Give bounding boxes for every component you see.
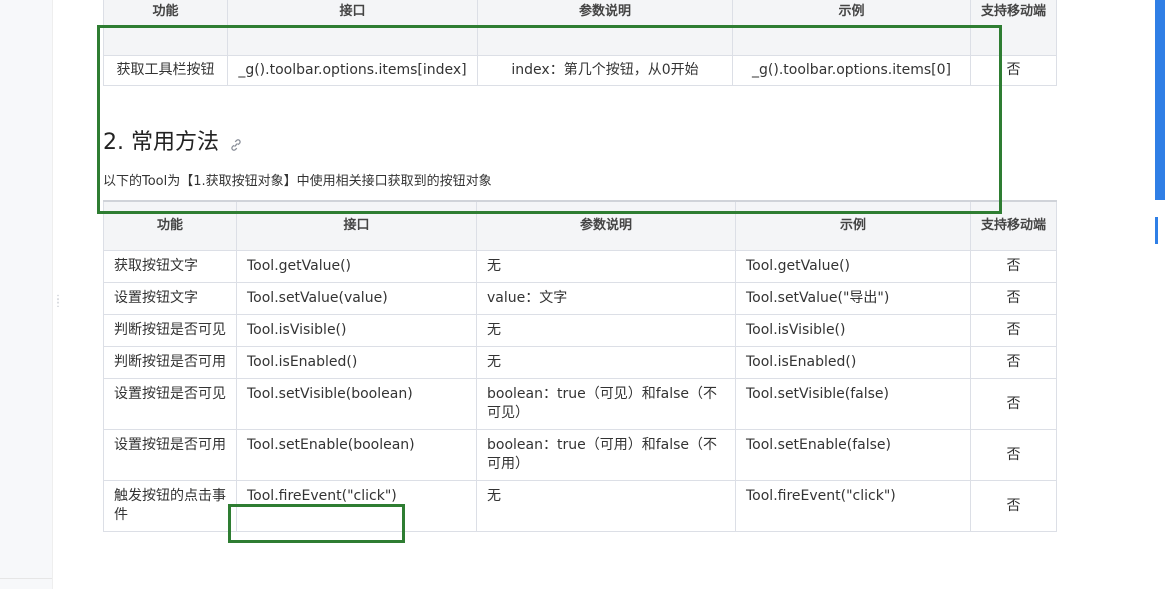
table-header-row: 功能 接口 参数说明 示例 支持移动端: [103, 0, 1057, 56]
cell-interface: Tool.isEnabled(): [236, 346, 477, 379]
header-function: 功能: [103, 200, 237, 251]
cell-example: Tool.isVisible(): [735, 314, 971, 347]
cell-interface: _g().toolbar.options.items[index]: [227, 55, 478, 86]
cell-interface: Tool.getValue(): [236, 250, 477, 283]
cell-params: 无: [476, 250, 736, 283]
table-row: 获取工具栏按钮 _g().toolbar.options.items[index…: [103, 55, 1057, 86]
cell-mobile: 否: [970, 429, 1057, 481]
cell-interface: Tool.fireEvent("click"): [236, 480, 477, 532]
left-sidebar: [0, 0, 53, 589]
cell-interface: Tool.isVisible(): [236, 314, 477, 347]
cell-function: 判断按钮是否可见: [103, 314, 237, 347]
cell-params: value：文字: [476, 282, 736, 315]
header-function: 功能: [103, 0, 228, 56]
cell-example: Tool.setValue("导出"): [735, 282, 971, 315]
drag-handle-icon[interactable]: ⋮ ⋮: [53, 295, 63, 314]
header-interface: 接口: [236, 200, 477, 251]
header-example: 示例: [732, 0, 971, 56]
cell-mobile: 否: [970, 55, 1057, 86]
cell-interface: Tool.setEnable(boolean): [236, 429, 477, 481]
header-params: 参数说明: [477, 0, 733, 56]
section-heading-text: 2. 常用方法: [103, 130, 219, 155]
table-header-row: 功能 接口 参数说明 示例 支持移动端: [103, 200, 1057, 251]
cell-interface: Tool.setValue(value): [236, 282, 477, 315]
cell-mobile: 否: [970, 314, 1057, 347]
header-mobile: 支持移动端: [970, 0, 1057, 56]
section-heading: 2. 常用方法: [103, 124, 243, 156]
cell-example: _g().toolbar.options.items[0]: [732, 55, 971, 86]
table-row: 判断按钮是否可用 Tool.isEnabled() 无 Tool.isEnabl…: [103, 346, 1057, 379]
header-example: 示例: [735, 200, 971, 251]
cell-example: Tool.setVisible(false): [735, 378, 971, 430]
cell-mobile: 否: [970, 346, 1057, 379]
cell-function: 获取按钮文字: [103, 250, 237, 283]
section-intro: 以下的Tool为【1.获取按钮对象】中使用相关接口获取到的按钮对象: [103, 174, 492, 189]
cell-params: 无: [476, 346, 736, 379]
cell-function: 设置按钮是否可见: [103, 378, 237, 430]
cell-params: 无: [476, 480, 736, 532]
table-row: 获取按钮文字 Tool.getValue() 无 Tool.getValue()…: [103, 250, 1057, 283]
cell-mobile: 否: [970, 378, 1057, 430]
cell-function: 设置按钮是否可用: [103, 429, 237, 481]
toc-active-marker: [1155, 217, 1158, 244]
common-methods-table: 功能 接口 参数说明 示例 支持移动端 获取按钮文字 Tool.getValue…: [103, 200, 1057, 532]
cell-function: 获取工具栏按钮: [103, 55, 228, 86]
sidebar-divider: [0, 578, 52, 579]
cell-params: index：第几个按钮，从0开始: [477, 55, 733, 86]
cell-mobile: 否: [970, 282, 1057, 315]
cell-mobile: 否: [970, 480, 1057, 532]
cell-example: Tool.setEnable(false): [735, 429, 971, 481]
cell-function: 设置按钮文字: [103, 282, 237, 315]
table-row: 判断按钮是否可见 Tool.isVisible() 无 Tool.isVisib…: [103, 314, 1057, 347]
header-params: 参数说明: [476, 200, 736, 251]
table-row: 触发按钮的点击事件 Tool.fireEvent("click") 无 Tool…: [103, 480, 1057, 532]
link-icon[interactable]: [229, 133, 243, 151]
cell-interface: Tool.setVisible(boolean): [236, 378, 477, 430]
table-row: 设置按钮文字 Tool.setValue(value) value：文字 Too…: [103, 282, 1057, 315]
cell-params: 无: [476, 314, 736, 347]
cell-function: 判断按钮是否可用: [103, 346, 237, 379]
cell-example: Tool.isEnabled(): [735, 346, 971, 379]
table-row: 设置按钮是否可用 Tool.setEnable(boolean) boolean…: [103, 429, 1057, 481]
scrollbar-thumb[interactable]: [1155, 0, 1165, 200]
table-row: 设置按钮是否可见 Tool.setVisible(boolean) boolea…: [103, 378, 1057, 430]
cell-params: boolean：true（可用）和false（不可用）: [476, 429, 736, 481]
header-mobile: 支持移动端: [970, 200, 1057, 251]
cell-example: Tool.fireEvent("click"): [735, 480, 971, 532]
cell-function: 触发按钮的点击事件: [103, 480, 237, 532]
cell-params: boolean：true（可见）和false（不可见）: [476, 378, 736, 430]
get-button-table: 功能 接口 参数说明 示例 支持移动端 获取工具栏按钮 _g().toolbar…: [103, 0, 1057, 86]
header-interface: 接口: [227, 0, 478, 56]
cell-mobile: 否: [970, 250, 1057, 283]
cell-example: Tool.getValue(): [735, 250, 971, 283]
